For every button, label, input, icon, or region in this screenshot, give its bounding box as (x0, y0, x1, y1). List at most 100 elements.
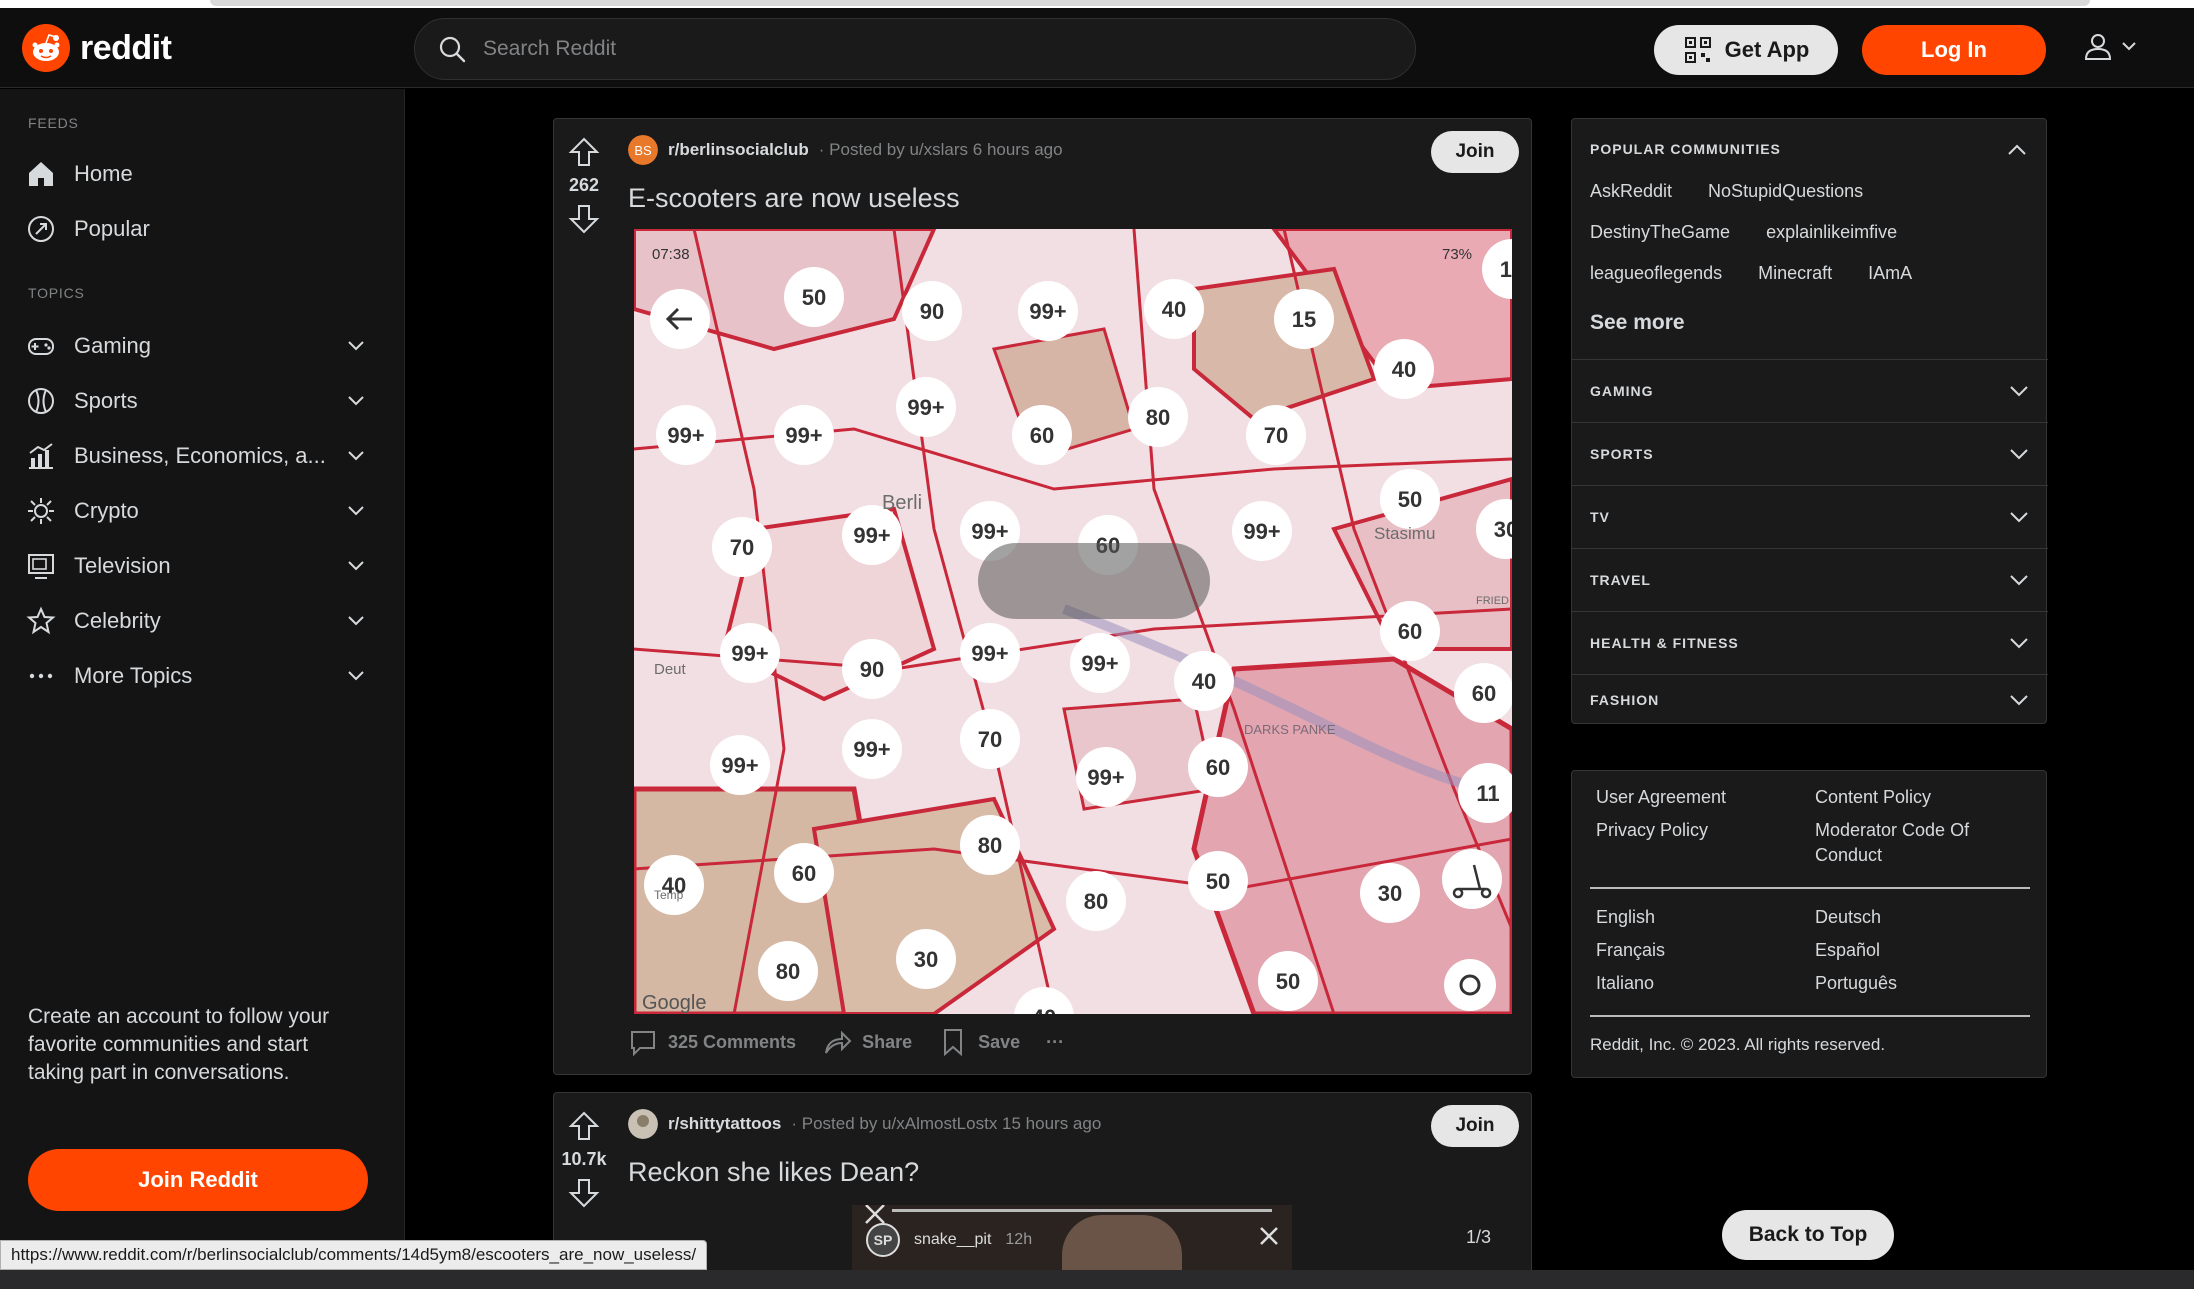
language-link[interactable]: Français (1596, 938, 1815, 963)
post-meta: r/shittytattoos · Posted by u/xAlmostLos… (628, 1109, 1101, 1139)
story-time: 12h (1005, 1231, 1033, 1248)
map-marker-count: 50 (1276, 969, 1300, 994)
language-link[interactable]: Deutsch (1815, 905, 2034, 930)
video-overlay-controls (978, 543, 1210, 619)
language-link[interactable]: Português (1815, 971, 2034, 996)
community-link[interactable]: explainlikeimfive (1766, 222, 1897, 243)
user-menu[interactable] (2082, 30, 2138, 62)
popular-communities-heading: POPULAR COMMUNITIES (1590, 141, 1781, 157)
downvote-icon[interactable] (567, 202, 601, 236)
map-marker-count: 30 (914, 947, 938, 972)
story-avatar: SP (866, 1223, 900, 1257)
upvote-icon[interactable] (567, 1109, 601, 1143)
search-input[interactable] (483, 37, 1383, 61)
category-tv[interactable]: TV (1572, 485, 2048, 547)
map-marker-count: 40 (1162, 297, 1186, 322)
chevron-up-icon[interactable] (2006, 139, 2028, 161)
community-link[interactable]: NoStupidQuestions (1708, 181, 1863, 202)
subreddit-avatar-icon[interactable] (628, 1109, 658, 1139)
user-icon (2084, 34, 2112, 60)
reddit-logo[interactable]: reddit (22, 24, 172, 72)
language-link[interactable]: Italiano (1596, 971, 1815, 996)
category-label: GAMING (1590, 382, 1654, 399)
get-app-button[interactable]: Get App (1654, 25, 1838, 75)
chevron-down-icon (348, 341, 364, 351)
join-button[interactable]: Join (1431, 131, 1519, 173)
phone-battery: 73% (1442, 246, 1472, 263)
popular-communities-card: POPULAR COMMUNITIES AskReddit NoStupidQu… (1571, 118, 2048, 725)
category-label: SPORTS (1590, 445, 1654, 462)
footer-link-user-agreement[interactable]: User Agreement (1596, 785, 1815, 810)
category-label: HEALTH & FITNESS (1590, 634, 1739, 651)
sidebar-item-business[interactable]: Business, Economics, a... (26, 441, 366, 471)
post-image-map[interactable]: 10 50 90 99+ 40 15 40 99+ 99+ 99+ 60 80 70 50 30 70 99+ 9… (634, 229, 1512, 1014)
footer-link-privacy-policy[interactable]: Privacy Policy (1596, 818, 1815, 868)
map-marker-count: 99+ (731, 641, 768, 666)
community-link[interactable]: IAmA (1868, 263, 1912, 284)
more-options-button[interactable]: ··· (1046, 1032, 1064, 1053)
community-link[interactable]: leagueoflegends (1590, 263, 1722, 284)
subreddit-avatar-icon[interactable]: BS (628, 135, 658, 165)
subreddit-link[interactable]: r/shittytattoos (668, 1114, 781, 1134)
map-marker-count: 60 (1472, 681, 1496, 706)
category-gaming[interactable]: GAMING (1572, 359, 2048, 421)
see-more-button[interactable]: See more (1590, 311, 1685, 335)
save-label: Save (978, 1031, 1021, 1052)
subreddit-link[interactable]: r/berlinsocialclub (668, 140, 809, 160)
community-list: AskReddit NoStupidQuestions DestinyTheGa… (1590, 181, 2030, 284)
map-marker-count: 30 (1378, 881, 1402, 906)
map-marker-count: 80 (1146, 405, 1170, 430)
share-button[interactable]: Share (822, 1027, 912, 1057)
back-to-top-button[interactable]: Back to Top (1722, 1210, 1894, 1260)
post-card[interactable]: 262 BS r/berlinsocialclub · Posted by u/… (553, 118, 1532, 1075)
sidebar-item-popular[interactable]: Popular (26, 214, 366, 244)
sidebar-item-television[interactable]: Television (26, 551, 366, 581)
post-title[interactable]: E-scooters are now useless (628, 183, 960, 214)
map-marker-count: 80 (776, 959, 800, 984)
join-reddit-button[interactable]: Join Reddit (28, 1149, 368, 1211)
category-health-fitness[interactable]: HEALTH & FITNESS (1572, 611, 2048, 673)
ball-icon (26, 386, 56, 416)
locate-button (1444, 959, 1496, 1011)
vote-column: 262 (554, 119, 614, 236)
community-link[interactable]: AskReddit (1590, 181, 1672, 202)
community-link[interactable]: DestinyTheGame (1590, 222, 1730, 243)
category-travel[interactable]: TRAVEL (1572, 548, 2048, 610)
sidebar-item-crypto[interactable]: Crypto (26, 496, 366, 526)
post-actions: 325 Comments Share Save ··· (628, 1027, 1064, 1057)
sidebar-item-home[interactable]: Home (26, 159, 366, 189)
comments-button[interactable]: 325 Comments (628, 1027, 796, 1057)
save-button[interactable]: Save (938, 1027, 1020, 1057)
language-link[interactable]: English (1596, 905, 1815, 930)
language-link[interactable]: Español (1815, 938, 2034, 963)
sidebar-item-more-topics[interactable]: More Topics (26, 661, 366, 691)
feeds-label: FEEDS (28, 115, 79, 131)
map-marker-count: 99+ (1029, 299, 1066, 324)
link-status-bar: https://www.reddit.com/r/berlinsocialclu… (0, 1240, 708, 1270)
top-header: reddit Get App Log In (0, 8, 2194, 88)
story-progress (892, 1209, 1272, 1212)
search-bar[interactable] (414, 18, 1416, 80)
tv-icon (26, 551, 56, 581)
browser-top-strip (0, 0, 2194, 8)
category-sports[interactable]: SPORTS (1572, 422, 2048, 484)
chevron-down-icon (348, 396, 364, 406)
close-icon[interactable] (1256, 1223, 1282, 1249)
category-label: TRAVEL (1590, 571, 1651, 588)
map-marker-count: 10 (1500, 257, 1512, 282)
post-title[interactable]: Reckon she likes Dean? (628, 1157, 919, 1188)
sidebar-item-gaming[interactable]: Gaming (26, 331, 366, 361)
downvote-icon[interactable] (567, 1176, 601, 1210)
sidebar-item-celebrity[interactable]: Celebrity (26, 606, 366, 636)
login-button[interactable]: Log In (1862, 25, 2046, 75)
qr-code-icon (1684, 37, 1711, 63)
join-button[interactable]: Join (1431, 1105, 1519, 1147)
footer-link-content-policy[interactable]: Content Policy (1815, 785, 2034, 810)
sidebar-item-sports[interactable]: Sports (26, 386, 366, 416)
map-label-berlin: Berli (882, 492, 922, 514)
map-label-darks: DARKS PANKE (1244, 722, 1336, 737)
community-link[interactable]: Minecraft (1758, 263, 1832, 284)
category-fashion[interactable]: FASHION (1572, 674, 2048, 725)
footer-link-moderator-code[interactable]: Moderator Code Of Conduct (1815, 818, 2034, 868)
upvote-icon[interactable] (567, 135, 601, 169)
